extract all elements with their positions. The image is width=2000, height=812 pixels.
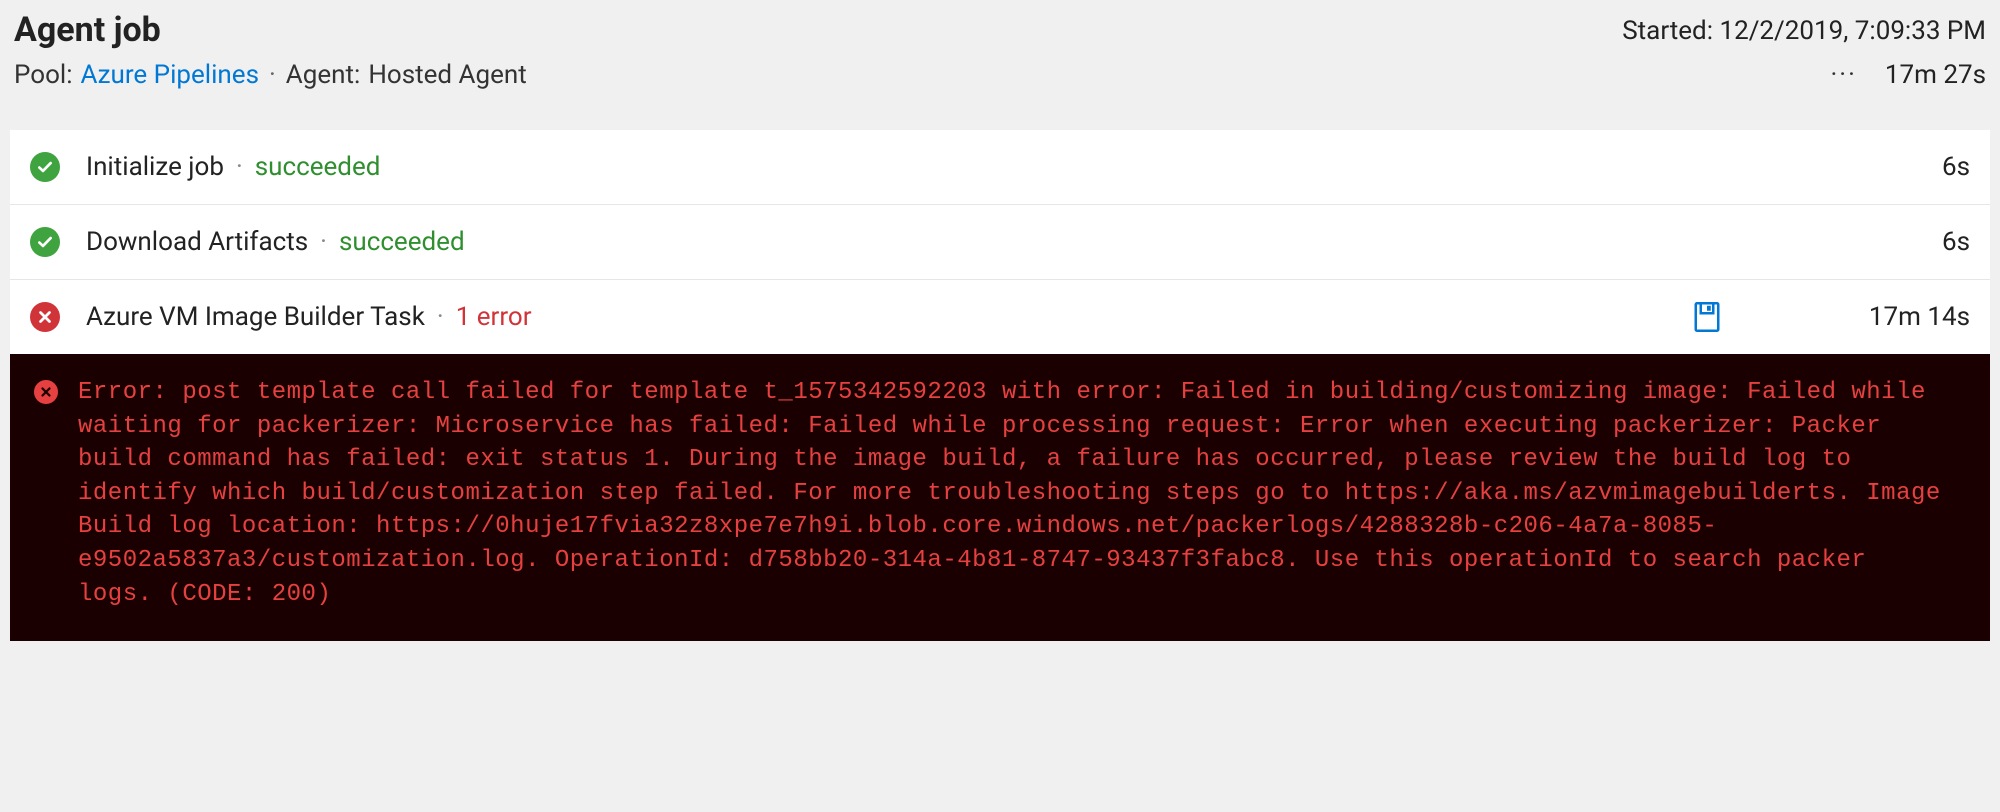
separator-dot: · (308, 227, 339, 257)
started-value: 12/2/2019, 7:09:33 PM (1719, 16, 1986, 46)
job-header-left: Agent job Pool: Azure Pipelines · Agent:… (14, 10, 527, 90)
checkmark-icon (30, 152, 60, 182)
step-duration: 6s (1860, 227, 1970, 257)
save-log-icon[interactable] (1694, 302, 1720, 332)
job-header-right: Started: 12/2/2019, 7:09:33 PM ··· 17m 2… (1622, 10, 1986, 90)
steps-list: Initialize job · succeeded 6s Download A… (10, 130, 1990, 354)
agent-label: Agent: (286, 60, 361, 90)
pool-link[interactable]: Azure Pipelines (81, 60, 259, 90)
step-status: succeeded (255, 152, 381, 182)
page-title: Agent job (14, 10, 527, 50)
started-label: Started: (1622, 16, 1713, 46)
step-name: Azure VM Image Builder Task (86, 302, 425, 332)
more-actions-button[interactable]: ··· (1830, 60, 1856, 90)
job-meta-row: Pool: Azure Pipelines · Agent: Hosted Ag… (14, 60, 527, 90)
step-row[interactable]: Download Artifacts · succeeded 6s (10, 205, 1990, 280)
error-log-panel: Error: post template call failed for tem… (10, 354, 1990, 641)
step-duration: 6s (1860, 152, 1970, 182)
error-message[interactable]: Error: post template call failed for tem… (78, 376, 1948, 611)
duration-row: ··· 17m 27s (1622, 60, 1986, 90)
error-icon (34, 380, 58, 404)
step-status: 1 error (456, 302, 532, 332)
separator-dot: · (267, 60, 278, 90)
step-status: succeeded (339, 227, 465, 257)
job-header: Agent job Pool: Azure Pipelines · Agent:… (0, 0, 2000, 108)
step-name: Download Artifacts (86, 227, 308, 257)
pool-label: Pool: (14, 60, 73, 90)
step-row[interactable]: Azure VM Image Builder Task · 1 error 17… (10, 280, 1990, 354)
checkmark-icon (30, 227, 60, 257)
separator-dot: · (425, 302, 456, 332)
separator-dot: · (224, 152, 255, 182)
step-duration: 17m 14s (1860, 302, 1970, 332)
job-duration: 17m 27s (1885, 60, 1986, 90)
step-name: Initialize job (86, 152, 224, 182)
step-row[interactable]: Initialize job · succeeded 6s (10, 130, 1990, 205)
agent-value: Hosted Agent (368, 60, 526, 90)
started-row: Started: 12/2/2019, 7:09:33 PM (1622, 16, 1986, 46)
error-icon (30, 302, 60, 332)
